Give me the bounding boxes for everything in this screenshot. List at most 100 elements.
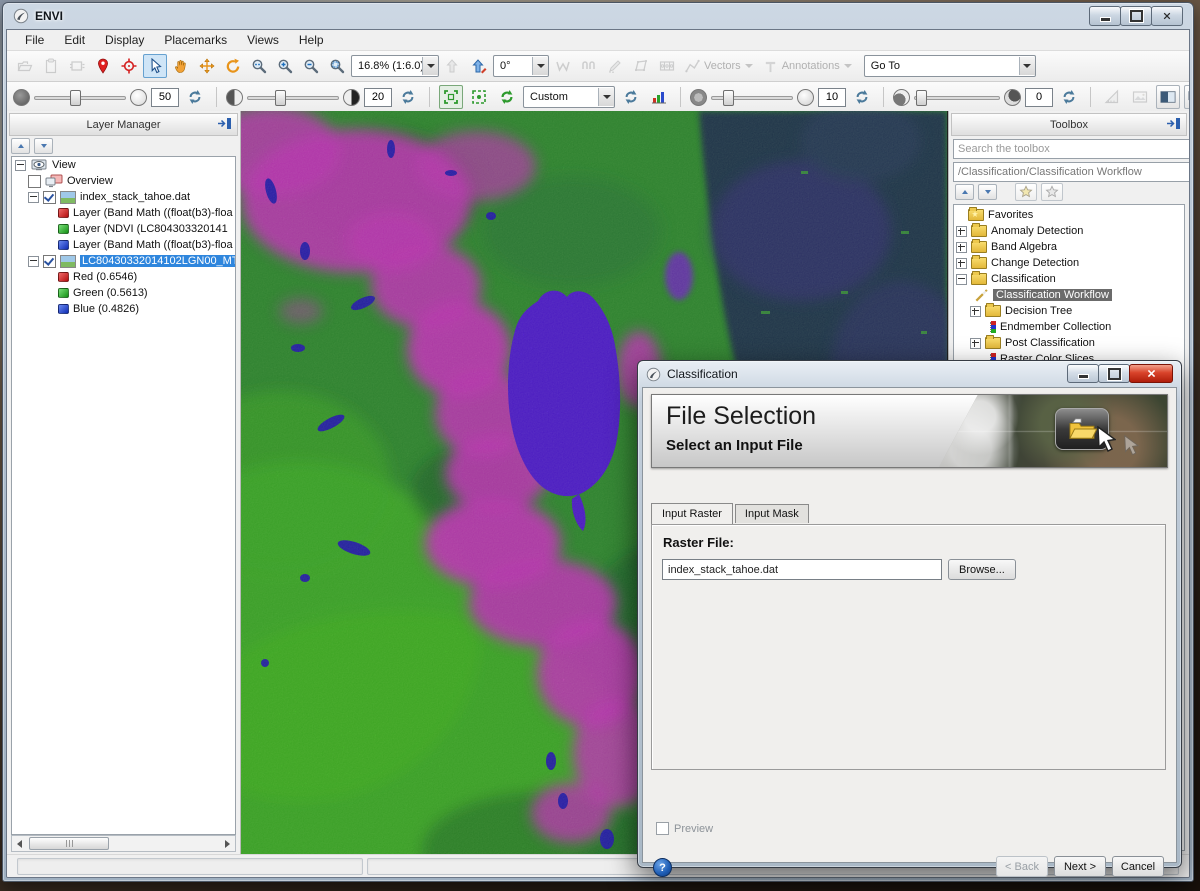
brightness-reset-button[interactable] xyxy=(183,85,207,109)
scroll-right-arrow[interactable] xyxy=(220,837,235,850)
layout-single-button[interactable] xyxy=(1156,85,1180,109)
menu-edit[interactable]: Edit xyxy=(54,31,95,49)
rotation-combo[interactable]: 0° xyxy=(493,55,549,77)
tree-item-ndvi[interactable]: Layer (NDVI (LC804303320141 xyxy=(12,221,235,237)
auto-stretch-button[interactable] xyxy=(495,85,519,109)
parallel-tool-button[interactable] xyxy=(577,54,601,78)
transparency-reset-button[interactable] xyxy=(850,85,874,109)
collapse-all-button[interactable] xyxy=(11,138,30,154)
cancel-button[interactable]: Cancel xyxy=(1112,856,1164,877)
crosshair-button[interactable] xyxy=(117,54,141,78)
tree-item-blue-band[interactable]: Blue (0.4826) xyxy=(12,301,235,317)
dialog-minimize-button[interactable] xyxy=(1067,364,1099,383)
chip-view-button[interactable] xyxy=(65,54,89,78)
collapse-icon[interactable] xyxy=(15,160,26,171)
promote-layer-button[interactable] xyxy=(441,54,465,78)
next-button[interactable]: Next > xyxy=(1054,856,1106,877)
tree-item-red-band[interactable]: Red (0.6546) xyxy=(12,269,235,285)
landsat-checkbox[interactable] xyxy=(43,255,56,268)
scroll-left-arrow[interactable] xyxy=(12,837,27,850)
title-bar[interactable]: ENVI xyxy=(3,3,1193,29)
measure-tool-button[interactable] xyxy=(1100,85,1124,109)
tab-input-mask[interactable]: Input Mask xyxy=(735,504,809,523)
placemark-button[interactable] xyxy=(91,54,115,78)
tree-item-band-math-1[interactable]: Layer (Band Math ((float(b3)-floa xyxy=(12,205,235,221)
menu-help[interactable]: Help xyxy=(289,31,334,49)
stretch-combo-arrow[interactable] xyxy=(598,88,614,106)
preview-checkbox[interactable] xyxy=(656,822,669,835)
toolbox-item-change-detection[interactable]: Change Detection xyxy=(954,255,1184,271)
add-favorite-button[interactable] xyxy=(1015,183,1037,201)
contrast-reset-button[interactable] xyxy=(396,85,420,109)
collapse-all-button[interactable] xyxy=(955,184,974,200)
annotations-dropdown[interactable]: Annotations xyxy=(759,57,856,76)
layer-tree-hscrollbar[interactable] xyxy=(11,835,236,852)
snapshot-button[interactable] xyxy=(1128,85,1152,109)
dialog-close-button[interactable] xyxy=(1129,364,1173,383)
blend-slider[interactable] xyxy=(914,89,1000,105)
open-file-button[interactable] xyxy=(13,54,37,78)
dock-panel-icon[interactable] xyxy=(216,116,234,131)
promote-edit-button[interactable] xyxy=(467,54,491,78)
draw-tool-button[interactable] xyxy=(603,54,627,78)
expand-icon[interactable] xyxy=(956,226,967,237)
toolbox-item-favorites[interactable]: Favorites xyxy=(954,207,1184,223)
view-extent-button[interactable] xyxy=(467,85,491,109)
layout-cascade-button[interactable] xyxy=(1184,85,1190,109)
help-button[interactable] xyxy=(653,858,672,877)
vectors-dropdown[interactable]: Vectors xyxy=(681,57,757,76)
expand-icon[interactable] xyxy=(970,306,981,317)
expand-all-button[interactable] xyxy=(34,138,53,154)
rotation-combo-arrow[interactable] xyxy=(532,57,548,75)
tree-item-landsat-selected[interactable]: LC80430332014102LGN00_MT xyxy=(12,253,235,269)
toolbox-item-anomaly-detection[interactable]: Anomaly Detection xyxy=(954,223,1184,239)
pan-tool-button[interactable] xyxy=(169,54,193,78)
menu-file[interactable]: File xyxy=(15,31,54,49)
dock-panel-icon[interactable] xyxy=(1165,116,1183,131)
tab-input-raster[interactable]: Input Raster xyxy=(651,503,733,524)
contrast-field[interactable] xyxy=(364,88,392,107)
tree-item-band-math-2[interactable]: Layer (Band Math ((float(b3)-floa xyxy=(12,237,235,253)
histogram-stretch-button[interactable] xyxy=(647,85,671,109)
paste-button[interactable] xyxy=(39,54,63,78)
transparency-slider[interactable] xyxy=(711,89,793,105)
toolbox-header[interactable]: Toolbox xyxy=(951,113,1187,136)
stretch-combo[interactable]: Custom xyxy=(523,86,615,108)
zoom-in-button[interactable] xyxy=(273,54,297,78)
toolbox-item-band-algebra[interactable]: Band Algebra xyxy=(954,239,1184,255)
index-stack-checkbox[interactable] xyxy=(43,191,56,204)
zoom-level-combo[interactable]: 16.8% (1:6.0) xyxy=(351,55,439,77)
maximize-button[interactable] xyxy=(1120,6,1152,26)
zoom-tool-button[interactable] xyxy=(247,54,271,78)
goto-combo[interactable]: Go To xyxy=(864,55,1036,77)
toolbox-item-decision-tree[interactable]: Decision Tree xyxy=(954,303,1184,319)
menu-placemarks[interactable]: Placemarks xyxy=(154,31,237,49)
back-button[interactable]: < Back xyxy=(996,856,1048,877)
minimize-button[interactable] xyxy=(1089,6,1121,26)
close-button[interactable] xyxy=(1151,6,1183,26)
preview-option[interactable]: Preview xyxy=(656,822,713,835)
expand-icon[interactable] xyxy=(970,338,981,349)
freehand-tool-button[interactable] xyxy=(551,54,575,78)
scrollbar-thumb[interactable] xyxy=(29,837,109,850)
expand-icon[interactable] xyxy=(956,242,967,253)
collapse-icon[interactable] xyxy=(956,274,967,285)
transparency-field[interactable] xyxy=(818,88,846,107)
tree-item-overview[interactable]: Overview xyxy=(12,173,235,189)
overview-checkbox[interactable] xyxy=(28,175,41,188)
zoom-combo-arrow[interactable] xyxy=(422,57,438,75)
zoom-extent-button[interactable] xyxy=(439,85,463,109)
expand-all-button[interactable] xyxy=(978,184,997,200)
rotate-tool-button[interactable] xyxy=(221,54,245,78)
layer-manager-header[interactable]: Layer Manager xyxy=(9,113,238,136)
toolbox-path-input[interactable] xyxy=(953,162,1190,182)
dialog-maximize-button[interactable] xyxy=(1098,364,1130,383)
remove-favorite-button[interactable] xyxy=(1041,183,1063,201)
blend-field[interactable] xyxy=(1025,88,1053,107)
dialog-title-bar[interactable]: Classification xyxy=(638,361,1181,387)
toolbox-item-classification-workflow[interactable]: Classification Workflow xyxy=(954,287,1184,303)
fly-tool-button[interactable] xyxy=(195,54,219,78)
tree-item-view[interactable]: View xyxy=(12,157,235,173)
raster-file-input[interactable] xyxy=(662,559,942,580)
contrast-slider[interactable] xyxy=(247,89,339,105)
